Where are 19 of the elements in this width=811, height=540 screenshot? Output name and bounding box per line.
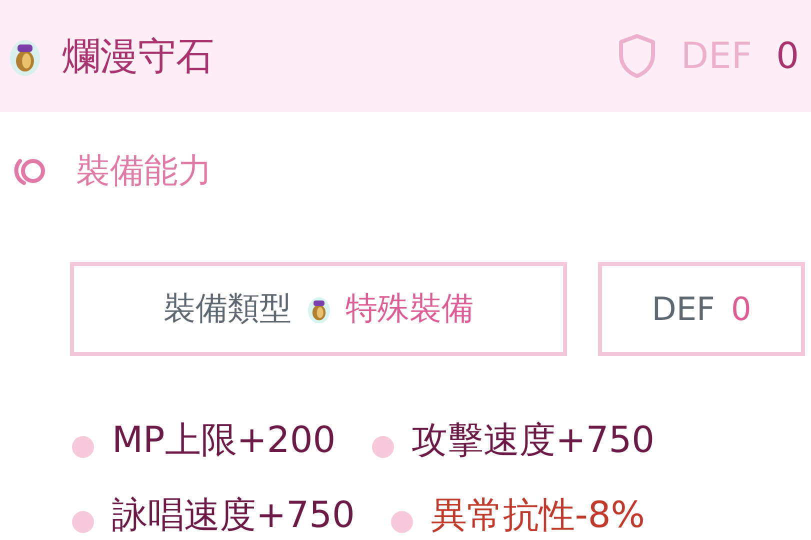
section-title: 裝備能力	[76, 150, 212, 193]
bullet-icon	[372, 436, 394, 458]
stat-text: MP上限+200	[112, 419, 336, 463]
swirl-icon	[12, 156, 48, 186]
def-value: 0	[776, 36, 799, 76]
stat-text: 異常抗性-8%	[430, 494, 645, 538]
type-label: 裝備類型	[164, 288, 292, 329]
type-value: 特殊裝備	[346, 288, 474, 329]
ring-icon	[308, 294, 330, 324]
bullet-icon	[72, 510, 94, 532]
item-name: 爛漫守石	[62, 32, 215, 80]
stat-text: 攻擊速度+750	[412, 419, 655, 463]
bullet-icon	[72, 436, 94, 458]
def-label: DEF	[680, 36, 752, 76]
shield-icon	[616, 33, 657, 79]
bullet-icon	[390, 510, 413, 532]
def-label: DEF	[652, 290, 715, 328]
def-value: 0	[730, 290, 752, 328]
stat-text: 詠唱速度+750	[112, 494, 355, 538]
